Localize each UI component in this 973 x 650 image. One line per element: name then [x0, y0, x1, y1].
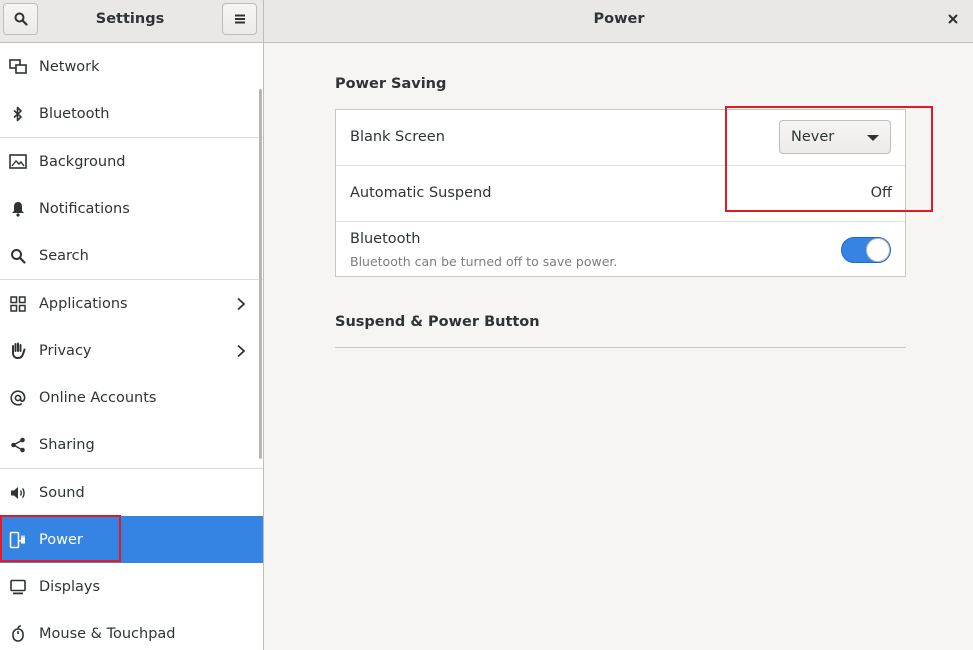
speaker-icon — [9, 484, 27, 502]
chevron-right-icon — [237, 344, 246, 357]
annotation-highlight-settings — [725, 106, 933, 212]
sidebar-item-online-accounts[interactable]: Online Accounts — [0, 374, 263, 421]
page-title: Power — [593, 11, 645, 27]
sidebar-item-sound[interactable]: Sound — [0, 469, 263, 516]
sidebar-item-label: Background — [39, 153, 126, 170]
sidebar-item-label: Bluetooth — [39, 105, 110, 122]
bluetooth-subtitle: Bluetooth can be turned off to save powe… — [350, 254, 618, 269]
sidebar-item-label: Online Accounts — [39, 389, 157, 406]
sidebar-scrollbar[interactable] — [259, 89, 262, 459]
at-icon — [9, 389, 27, 407]
header-bar: Settings Power — [0, 0, 973, 43]
hamburger-menu-icon — [234, 14, 245, 24]
sidebar-item-applications[interactable]: Applications — [0, 280, 263, 327]
sidebar-item-label: Sound — [39, 484, 85, 501]
grid-icon — [9, 295, 27, 313]
sidebar-item-displays[interactable]: Displays — [0, 563, 263, 610]
chevron-right-icon — [237, 297, 246, 310]
mouse-icon — [9, 625, 27, 643]
sidebar-item-privacy[interactable]: Privacy — [0, 327, 263, 374]
blank-screen-label: Blank Screen — [350, 129, 445, 145]
menu-button[interactable] — [222, 3, 257, 35]
bell-icon — [9, 200, 27, 218]
close-button[interactable] — [941, 9, 965, 29]
search-icon — [9, 247, 27, 265]
bluetooth-toggle[interactable] — [841, 237, 891, 263]
sidebar-item-label: Sharing — [39, 436, 95, 453]
sidebar-header: Settings — [0, 0, 264, 42]
search-icon — [14, 12, 28, 26]
sidebar-title: Settings — [95, 11, 165, 27]
toggle-knob — [866, 238, 890, 262]
sidebar-item-label: Notifications — [39, 200, 130, 217]
sidebar-item-sharing[interactable]: Sharing — [0, 421, 263, 468]
sidebar-item-label: Network — [39, 58, 100, 75]
sidebar-item-mouse-touchpad[interactable]: Mouse & Touchpad — [0, 610, 263, 650]
display-icon — [9, 578, 27, 596]
close-icon — [948, 14, 958, 24]
network-icon — [9, 58, 27, 76]
section-title-suspend-power-button: Suspend & Power Button — [335, 314, 540, 330]
section-title-power-saving: Power Saving — [335, 76, 447, 92]
sidebar-item-label: Search — [39, 247, 89, 264]
search-button[interactable] — [3, 3, 38, 35]
sidebar-item-label: Privacy — [39, 342, 92, 359]
bluetooth-icon — [9, 105, 27, 123]
automatic-suspend-label: Automatic Suspend — [350, 185, 492, 201]
bluetooth-label: Bluetooth — [350, 231, 421, 247]
sidebar-item-label: Applications — [39, 295, 128, 312]
sidebar-item-search[interactable]: Search — [0, 232, 263, 279]
background-icon — [9, 153, 27, 171]
main-panel: Power Saving Blank Screen Never Automati… — [265, 43, 973, 650]
section-divider — [335, 347, 906, 348]
sidebar-item-label: Displays — [39, 578, 101, 595]
hand-icon — [9, 342, 27, 360]
sidebar-item-label: Mouse & Touchpad — [39, 625, 176, 642]
sidebar-item-notifications[interactable]: Notifications — [0, 185, 263, 232]
sidebar-item-network[interactable]: Network — [0, 43, 263, 90]
sidebar-item-bluetooth[interactable]: Bluetooth — [0, 90, 263, 137]
sidebar-item-background[interactable]: Background — [0, 138, 263, 185]
row-bluetooth: Bluetooth Bluetooth can be turned off to… — [336, 222, 905, 278]
annotation-highlight-power — [0, 515, 121, 562]
share-icon — [9, 436, 27, 454]
